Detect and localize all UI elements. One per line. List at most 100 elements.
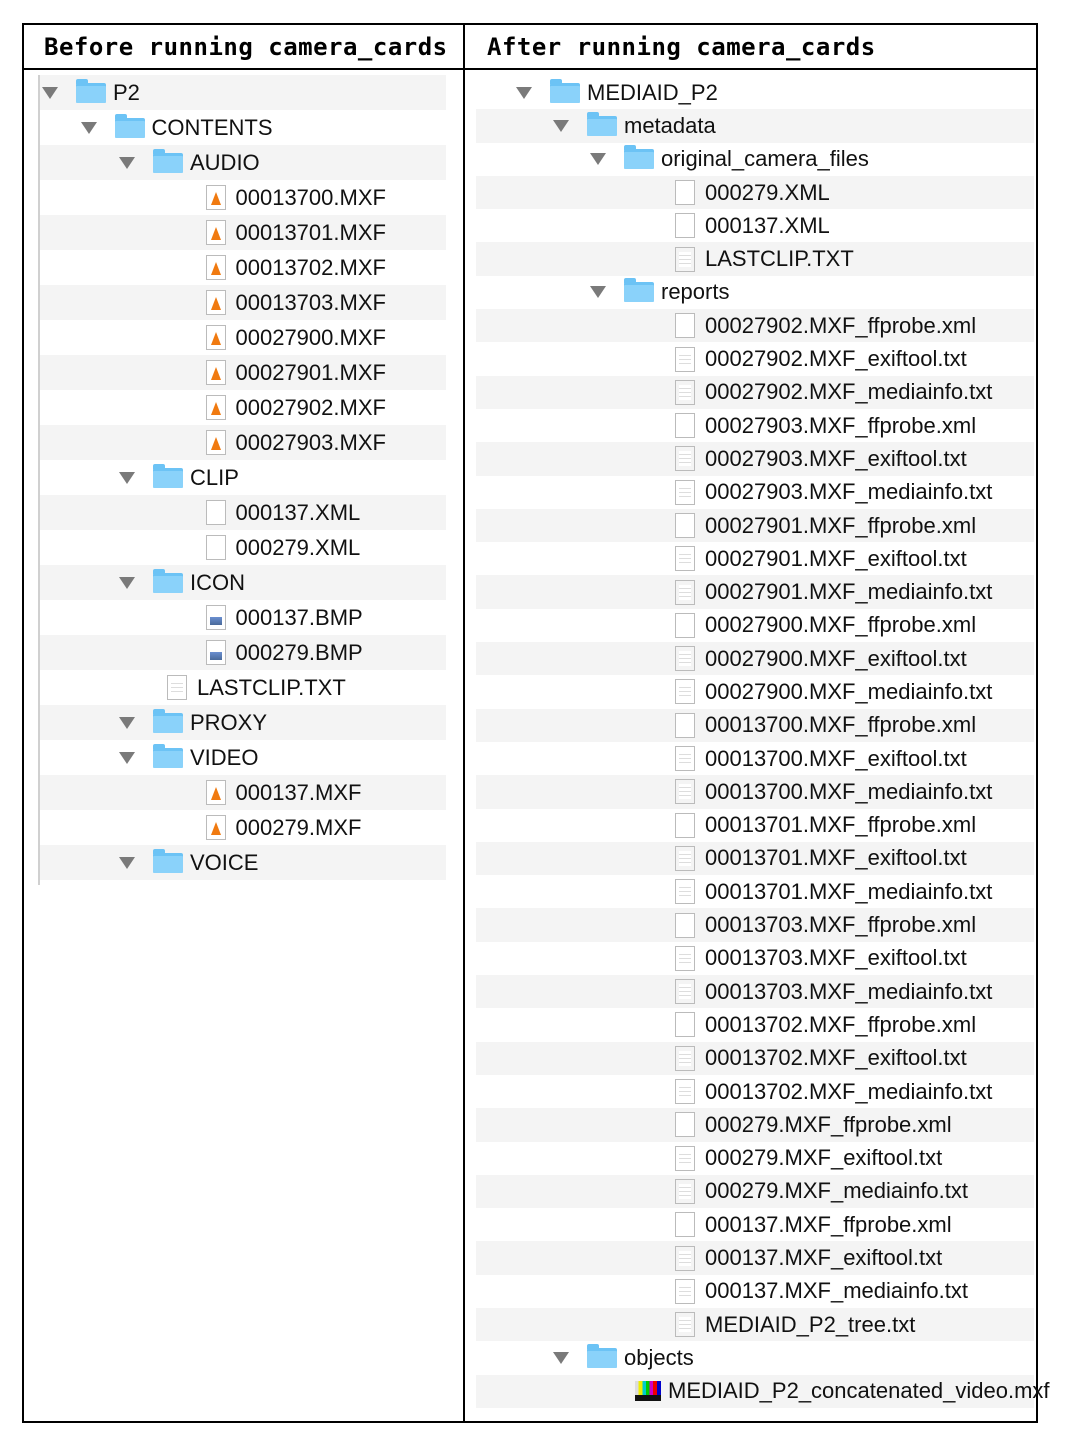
file-row[interactable]: 00027902.MXF_ffprobe.xml — [476, 309, 1034, 343]
disclosure-triangle-icon[interactable] — [119, 716, 135, 729]
item-name: 00027901.MXF_exiftool.txt — [705, 545, 967, 571]
folder-row[interactable]: CONTENTS — [40, 110, 446, 145]
file-row[interactable]: 00013703.MXF_mediainfo.txt — [476, 975, 1034, 1009]
file-row[interactable]: 00027903.MXF_ffprobe.xml — [476, 409, 1034, 442]
item-name: LASTCLIP.TXT — [705, 246, 854, 272]
file-row[interactable]: 00027900.MXF_exiftool.txt — [476, 642, 1034, 676]
file-row[interactable]: 00027903.MXF_mediainfo.txt — [476, 476, 1034, 509]
disclosure-triangle-icon[interactable] — [119, 576, 135, 589]
blank-document-icon — [675, 1212, 695, 1238]
file-row[interactable]: 000279.BMP — [40, 635, 446, 670]
file-row[interactable]: 000137.MXF_ffprobe.xml — [476, 1208, 1034, 1241]
folder-row[interactable]: objects — [476, 1341, 1034, 1374]
file-row[interactable]: MEDIAID_P2_concatenated_video.mxf — [476, 1374, 1050, 1408]
text-document-icon — [675, 1178, 695, 1204]
file-row[interactable]: 000279.MXF_ffprobe.xml — [476, 1108, 1034, 1142]
item-name: 00027902.MXF_ffprobe.xml — [705, 312, 977, 338]
disclosure-triangle-icon[interactable] — [119, 751, 135, 764]
file-row[interactable]: 00027900.MXF_mediainfo.txt — [476, 675, 1034, 708]
folder-row[interactable]: ICON — [40, 565, 446, 600]
file-row[interactable]: 00013701.MXF_exiftool.txt — [476, 841, 1034, 876]
disclosure-triangle-icon[interactable] — [553, 1351, 569, 1364]
file-row[interactable]: 000137.MXF_mediainfo.txt — [476, 1275, 1034, 1308]
file-row[interactable]: 000279.XML — [476, 175, 1034, 210]
disclosure-triangle-icon[interactable] — [590, 153, 606, 166]
disclosure-triangle-icon[interactable] — [80, 121, 97, 134]
file-row[interactable]: MEDIAID_P2_tree.txt — [476, 1307, 1034, 1342]
file-row[interactable]: 000137.MXF — [40, 775, 446, 810]
item-name: original_camera_files — [661, 146, 869, 172]
file-row[interactable]: 000279.MXF_mediainfo.txt — [476, 1174, 1034, 1209]
folder-row[interactable]: metadata — [476, 109, 1034, 143]
file-row[interactable]: 00027900.MXF_ffprobe.xml — [476, 609, 1034, 642]
disclosure-triangle-icon[interactable] — [42, 86, 58, 99]
item-name: MEDIAID_P2_concatenated_video.mxf — [668, 1378, 1050, 1404]
item-name: 00027902.MXF — [235, 394, 386, 420]
file-row[interactable]: 000279.MXF_exiftool.txt — [476, 1142, 1034, 1175]
text-document-icon — [675, 779, 695, 805]
file-row[interactable]: 00027903.MXF — [40, 425, 446, 460]
file-row[interactable]: 00013700.MXF_exiftool.txt — [476, 742, 1034, 775]
vlc-media-file-icon — [205, 220, 226, 245]
file-row[interactable]: 00013702.MXF — [40, 250, 446, 285]
item-name: AUDIO — [190, 149, 260, 175]
file-row[interactable]: 000137.XML — [476, 209, 1034, 242]
file-row[interactable]: 000137.XML — [40, 495, 446, 530]
folder-row[interactable]: CLIP — [40, 460, 446, 495]
file-row[interactable]: 00027901.MXF — [40, 355, 446, 390]
folder-row[interactable]: VIDEO — [40, 740, 446, 775]
file-row[interactable]: 00013701.MXF_ffprobe.xml — [476, 809, 1034, 842]
folder-row[interactable]: VOICE — [40, 845, 446, 880]
file-row[interactable]: 00027900.MXF — [40, 320, 446, 355]
file-row[interactable]: 00013702.MXF_mediainfo.txt — [476, 1075, 1034, 1108]
item-name: ICON — [190, 569, 245, 595]
file-row[interactable]: LASTCLIP.TXT — [40, 670, 446, 705]
file-row[interactable]: 000279.XML — [40, 530, 446, 565]
folder-row[interactable]: original_camera_files — [476, 143, 1034, 176]
file-row[interactable]: 00027901.MXF_ffprobe.xml — [476, 508, 1034, 543]
disclosure-triangle-icon[interactable] — [119, 856, 135, 869]
file-row[interactable]: 00013701.MXF — [40, 215, 446, 250]
file-row[interactable]: 00013702.MXF_ffprobe.xml — [476, 1008, 1034, 1041]
folder-icon — [153, 848, 183, 873]
file-row[interactable]: 00013703.MXF — [40, 285, 446, 320]
file-row[interactable]: 00013702.MXF_exiftool.txt — [476, 1041, 1034, 1075]
file-row[interactable]: LASTCLIP.TXT — [476, 242, 1034, 276]
folder-row[interactable]: MEDIAID_P2 — [476, 76, 1034, 109]
file-row[interactable]: 00027902.MXF — [40, 390, 446, 425]
item-name: 00027903.MXF — [235, 429, 386, 455]
folder-row[interactable]: P2 — [40, 75, 446, 110]
file-row[interactable]: 00013700.MXF_mediainfo.txt — [476, 775, 1034, 809]
file-row[interactable]: 000137.MXF_exiftool.txt — [476, 1241, 1034, 1275]
file-row[interactable]: 00013703.MXF_ffprobe.xml — [476, 908, 1034, 942]
item-name: 00027900.MXF_mediainfo.txt — [705, 678, 993, 704]
file-row[interactable]: 00027901.MXF_mediainfo.txt — [476, 575, 1034, 609]
folder-row[interactable]: AUDIO — [40, 145, 446, 180]
file-row[interactable]: 00013701.MXF_mediainfo.txt — [476, 875, 1034, 908]
file-row[interactable]: 00027902.MXF_mediainfo.txt — [476, 375, 1034, 409]
file-row[interactable]: 00027902.MXF_exiftool.txt — [476, 342, 1034, 375]
folder-row[interactable]: reports — [476, 276, 1034, 309]
disclosure-triangle-icon[interactable] — [553, 119, 569, 132]
item-name: 000137.MXF — [235, 779, 362, 805]
file-row[interactable]: 00013700.MXF_ffprobe.xml — [476, 708, 1034, 742]
item-name: LASTCLIP.TXT — [197, 674, 346, 700]
disclosure-triangle-icon[interactable] — [516, 86, 532, 99]
file-row[interactable]: 00013703.MXF_exiftool.txt — [476, 942, 1034, 975]
file-row[interactable]: 000137.BMP — [40, 600, 446, 635]
before-header: Before running camera_cards — [24, 25, 463, 70]
file-row[interactable]: 000279.MXF — [40, 810, 446, 845]
disclosure-triangle-icon[interactable] — [119, 471, 135, 484]
vlc-media-file-icon — [205, 185, 226, 210]
item-name: metadata — [624, 112, 716, 138]
blank-document-icon — [675, 180, 695, 206]
text-document-icon — [675, 646, 695, 672]
file-row[interactable]: 00013700.MXF — [40, 180, 446, 215]
file-row[interactable]: 00027903.MXF_exiftool.txt — [476, 442, 1034, 476]
disclosure-triangle-icon[interactable] — [590, 286, 606, 299]
disclosure-triangle-icon[interactable] — [119, 156, 135, 169]
file-row[interactable]: 00027901.MXF_exiftool.txt — [476, 542, 1034, 575]
folder-row[interactable]: PROXY — [40, 705, 446, 740]
item-name: 000279.MXF_mediainfo.txt — [705, 1178, 968, 1204]
text-document-icon — [167, 675, 187, 700]
